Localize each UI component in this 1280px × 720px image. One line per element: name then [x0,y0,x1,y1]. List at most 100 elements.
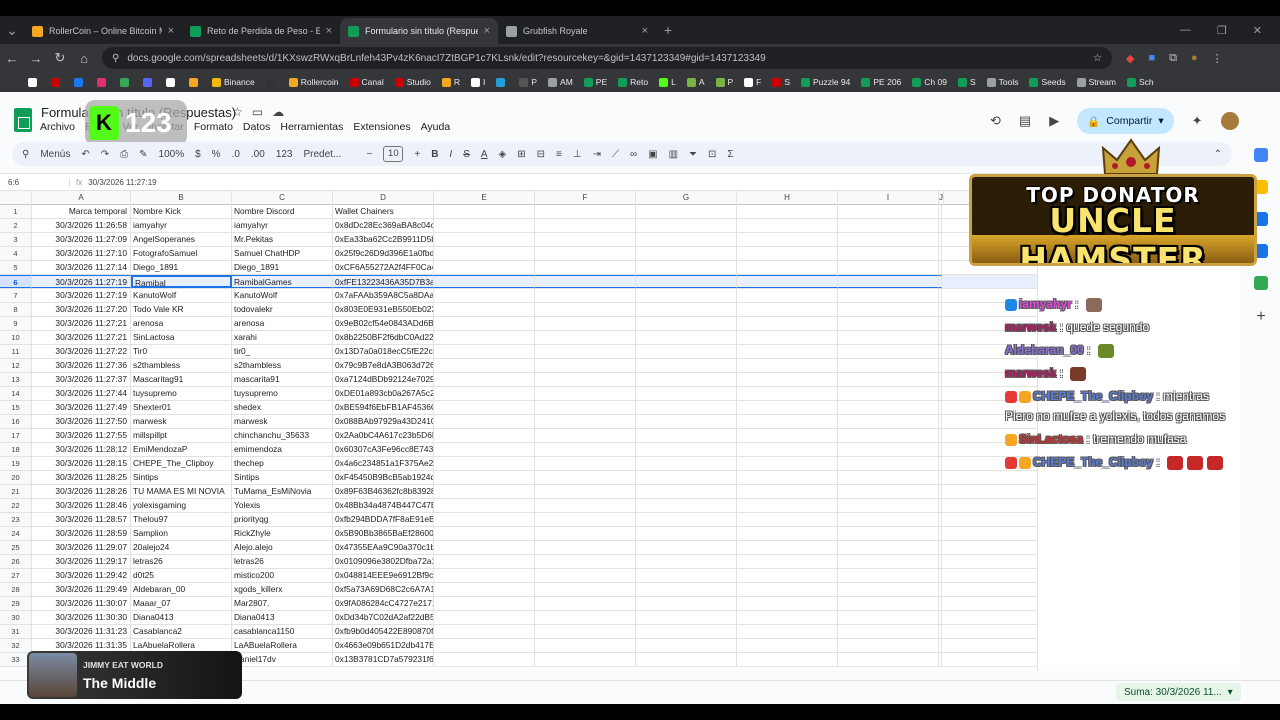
row-number[interactable]: 5 [0,261,32,274]
cell[interactable]: millspillpt [131,429,232,442]
cell[interactable] [636,541,737,554]
cell[interactable] [939,457,942,470]
row-number[interactable]: 20 [0,471,32,484]
cell[interactable] [737,303,838,316]
cell[interactable]: LaABuelaRollera [232,639,333,652]
cell[interactable]: 0x0109096e3802Dfba72a1a4225373d52719b335… [333,555,434,568]
cell[interactable] [434,373,535,386]
bookmark-item[interactable]: R [441,77,460,87]
cell[interactable] [737,373,838,386]
menu-item[interactable]: Herramientas [280,121,343,133]
cell[interactable] [737,499,838,512]
cell[interactable] [737,569,838,582]
cell[interactable]: thechep [232,457,333,470]
cell[interactable] [535,289,636,302]
history-icon[interactable]: ⟲ [990,113,1001,129]
cell[interactable] [838,499,939,512]
cell[interactable] [939,233,942,246]
fill-color-icon[interactable]: ◈ [499,149,507,160]
cell[interactable] [737,317,838,330]
cell[interactable] [636,443,737,456]
cell[interactable]: Aldebaran_00 [131,583,232,596]
cell[interactable] [636,569,737,582]
profile-icon[interactable]: ● [1191,52,1198,65]
cell[interactable]: KanutoWolf [131,289,232,302]
cell[interactable]: 30/3/2026 11:27:19 [32,289,131,302]
row-number[interactable]: 4 [0,247,32,260]
cell[interactable] [838,373,939,386]
cell[interactable] [535,387,636,400]
cell[interactable]: 0x13D7a0a018ecC5fE22c444b5099449895DD71B… [333,345,434,358]
merge-cells-icon[interactable]: ⊟ [537,149,545,160]
cell[interactable]: 30/3/2026 11:29:17 [32,555,131,568]
row-number[interactable]: 16 [0,415,32,428]
cell[interactable] [737,485,838,498]
bookmark-item[interactable]: Ch 09 [912,77,947,87]
bold-button[interactable]: B [431,149,438,160]
cell[interactable] [939,583,942,596]
cell[interactable] [838,205,939,218]
cell[interactable]: Alejo.alejo [232,541,333,554]
cell[interactable]: Marca temporal [32,205,131,218]
cell[interactable]: 30/3/2026 11:30:07 [32,597,131,610]
sheets-logo-icon[interactable] [14,108,32,132]
currency-button[interactable]: $ [195,149,201,160]
cell[interactable]: yolexisgaming [131,499,232,512]
cell[interactable] [434,233,535,246]
home-icon[interactable]: ⌂ [72,51,96,66]
cell[interactable]: 0x48Bb34a4874B447C47E866909a333900Aed4b2… [333,499,434,512]
cell[interactable] [434,611,535,624]
bookmark-item[interactable]: Reto [618,77,648,87]
cell[interactable]: priorityqg [232,513,333,526]
browser-tab[interactable]: Formulario sin título (Respuestas) × [340,18,498,44]
cell[interactable] [838,247,939,260]
cell[interactable]: 0x803E0E931eB550Eb0236F191e0a980198C6FB6… [333,303,434,316]
cell[interactable] [737,443,838,456]
cell[interactable] [636,401,737,414]
cell[interactable]: chinchanchu_35633 [232,429,333,442]
cell[interactable] [838,359,939,372]
cell[interactable] [838,597,939,610]
cell[interactable]: tuysupremo [232,387,333,400]
cell[interactable] [636,205,737,218]
cell[interactable] [636,233,737,246]
cell[interactable] [838,625,939,638]
cell[interactable] [838,471,939,484]
cell[interactable] [939,415,942,428]
cell[interactable] [939,275,942,288]
extensions-puzzle-icon[interactable]: ⧉ [1169,52,1177,65]
cell[interactable]: shedex [232,401,333,414]
percent-button[interactable]: % [212,149,221,160]
cell[interactable] [737,639,838,652]
cell[interactable] [636,219,737,232]
cell[interactable] [939,401,942,414]
cell[interactable] [939,653,942,666]
move-folder-icon[interactable]: ▭ [252,105,263,119]
cell[interactable]: 0x89F63B46362fc8b8392842ea75af1a1c422F37… [333,485,434,498]
row-number[interactable]: 2 [0,219,32,232]
cell[interactable] [535,597,636,610]
column-header[interactable]: J [939,191,944,205]
column-header[interactable]: D [333,191,434,205]
menu-item[interactable]: Extensiones [353,121,410,133]
filter-icon[interactable]: ⏷ [689,149,697,160]
cell[interactable]: 0xDd34b7C02dA2af22dB5A99F0c61425adD1b819… [333,611,434,624]
comments-icon[interactable]: ▤ [1019,113,1031,129]
menu-item[interactable]: Ayuda [421,121,451,133]
cell[interactable] [939,639,942,652]
cell[interactable] [434,303,535,316]
cell[interactable] [535,401,636,414]
cell[interactable]: KanutoWolf [232,289,333,302]
cell[interactable]: 30/3/2026 11:27:14 [32,261,131,274]
cell[interactable] [434,569,535,582]
cell[interactable] [737,219,838,232]
cell[interactable] [939,373,942,386]
redo-icon[interactable]: ↷ [101,149,109,160]
cell[interactable]: RickZhyle [232,527,333,540]
cell[interactable]: xarahi [232,331,333,344]
row-number[interactable]: 22 [0,499,32,512]
font-size-increase[interactable]: + [414,149,420,160]
cell[interactable] [434,429,535,442]
cell[interactable] [535,317,636,330]
cell[interactable]: 0xCF6A55272A2f4FF0Ca407273aeaF103F2E6Abb… [333,261,434,274]
